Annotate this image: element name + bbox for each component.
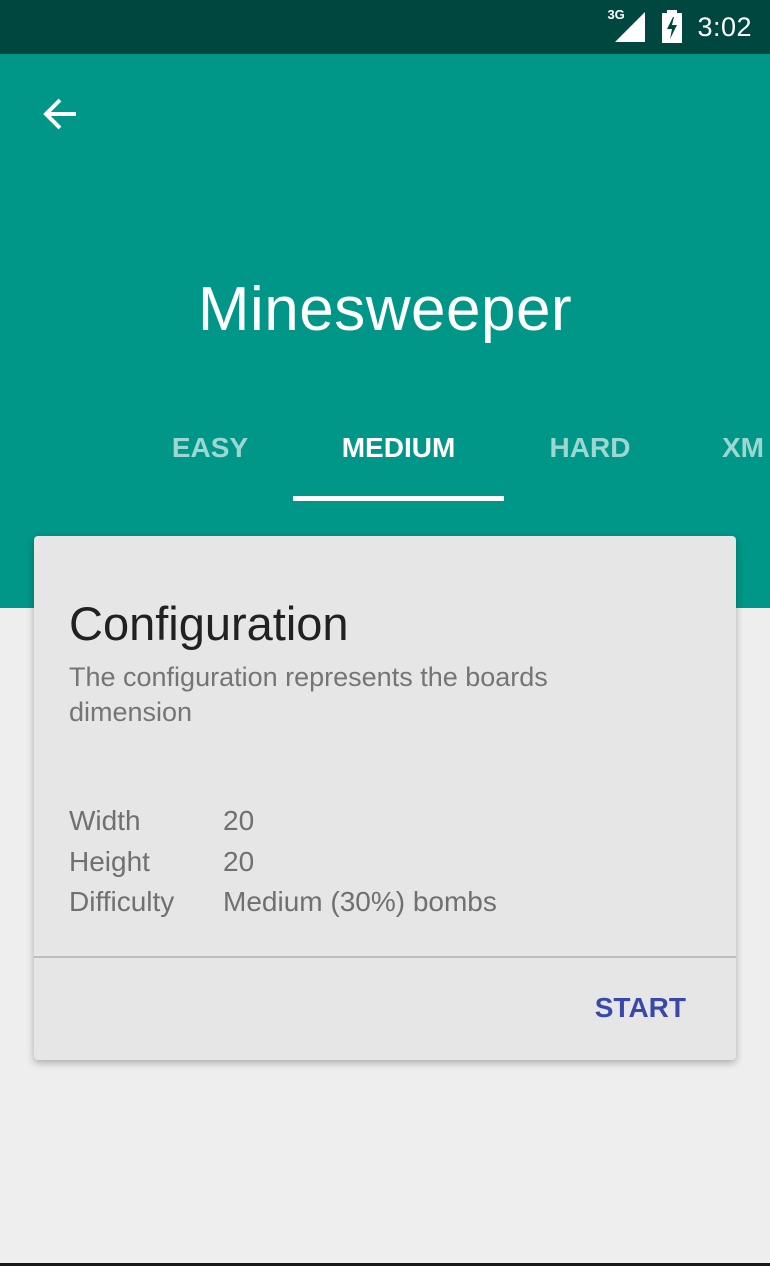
arrow-left-icon [40, 94, 80, 134]
status-time: 3:02 [697, 11, 752, 42]
config-label: Width [69, 805, 141, 836]
config-value: 20 [223, 846, 255, 877]
tab-indicator [293, 496, 504, 501]
signal-3g-icon: 3G [607, 7, 647, 44]
config-value: 20 [223, 805, 255, 836]
configuration-card: Configuration The configuration represen… [34, 536, 736, 1060]
network-type-label: 3G [607, 7, 625, 22]
back-button[interactable] [28, 82, 92, 146]
card-divider [34, 956, 736, 958]
tab-easy[interactable]: EASY [150, 428, 270, 468]
start-button[interactable]: START [585, 983, 696, 1033]
app-title: Minesweeper [197, 275, 573, 344]
status-bar: 3G 3:02 [0, 0, 770, 54]
tab-xm[interactable]: XM [722, 428, 770, 468]
tab-medium[interactable]: MEDIUM [293, 428, 504, 468]
config-value: Medium (30%) bombs [223, 886, 497, 917]
card-description: The configuration represents the boards … [69, 662, 548, 727]
battery-charging-icon [661, 10, 683, 44]
config-label: Height [69, 846, 150, 877]
tab-hard[interactable]: HARD [530, 428, 650, 468]
status-icons: 3G 3:02 [607, 0, 752, 54]
card-title: Configuration [69, 597, 349, 650]
app-header: Minesweeper EASY MEDIUM HARD XM [0, 54, 770, 608]
config-label: Difficulty [69, 886, 175, 917]
